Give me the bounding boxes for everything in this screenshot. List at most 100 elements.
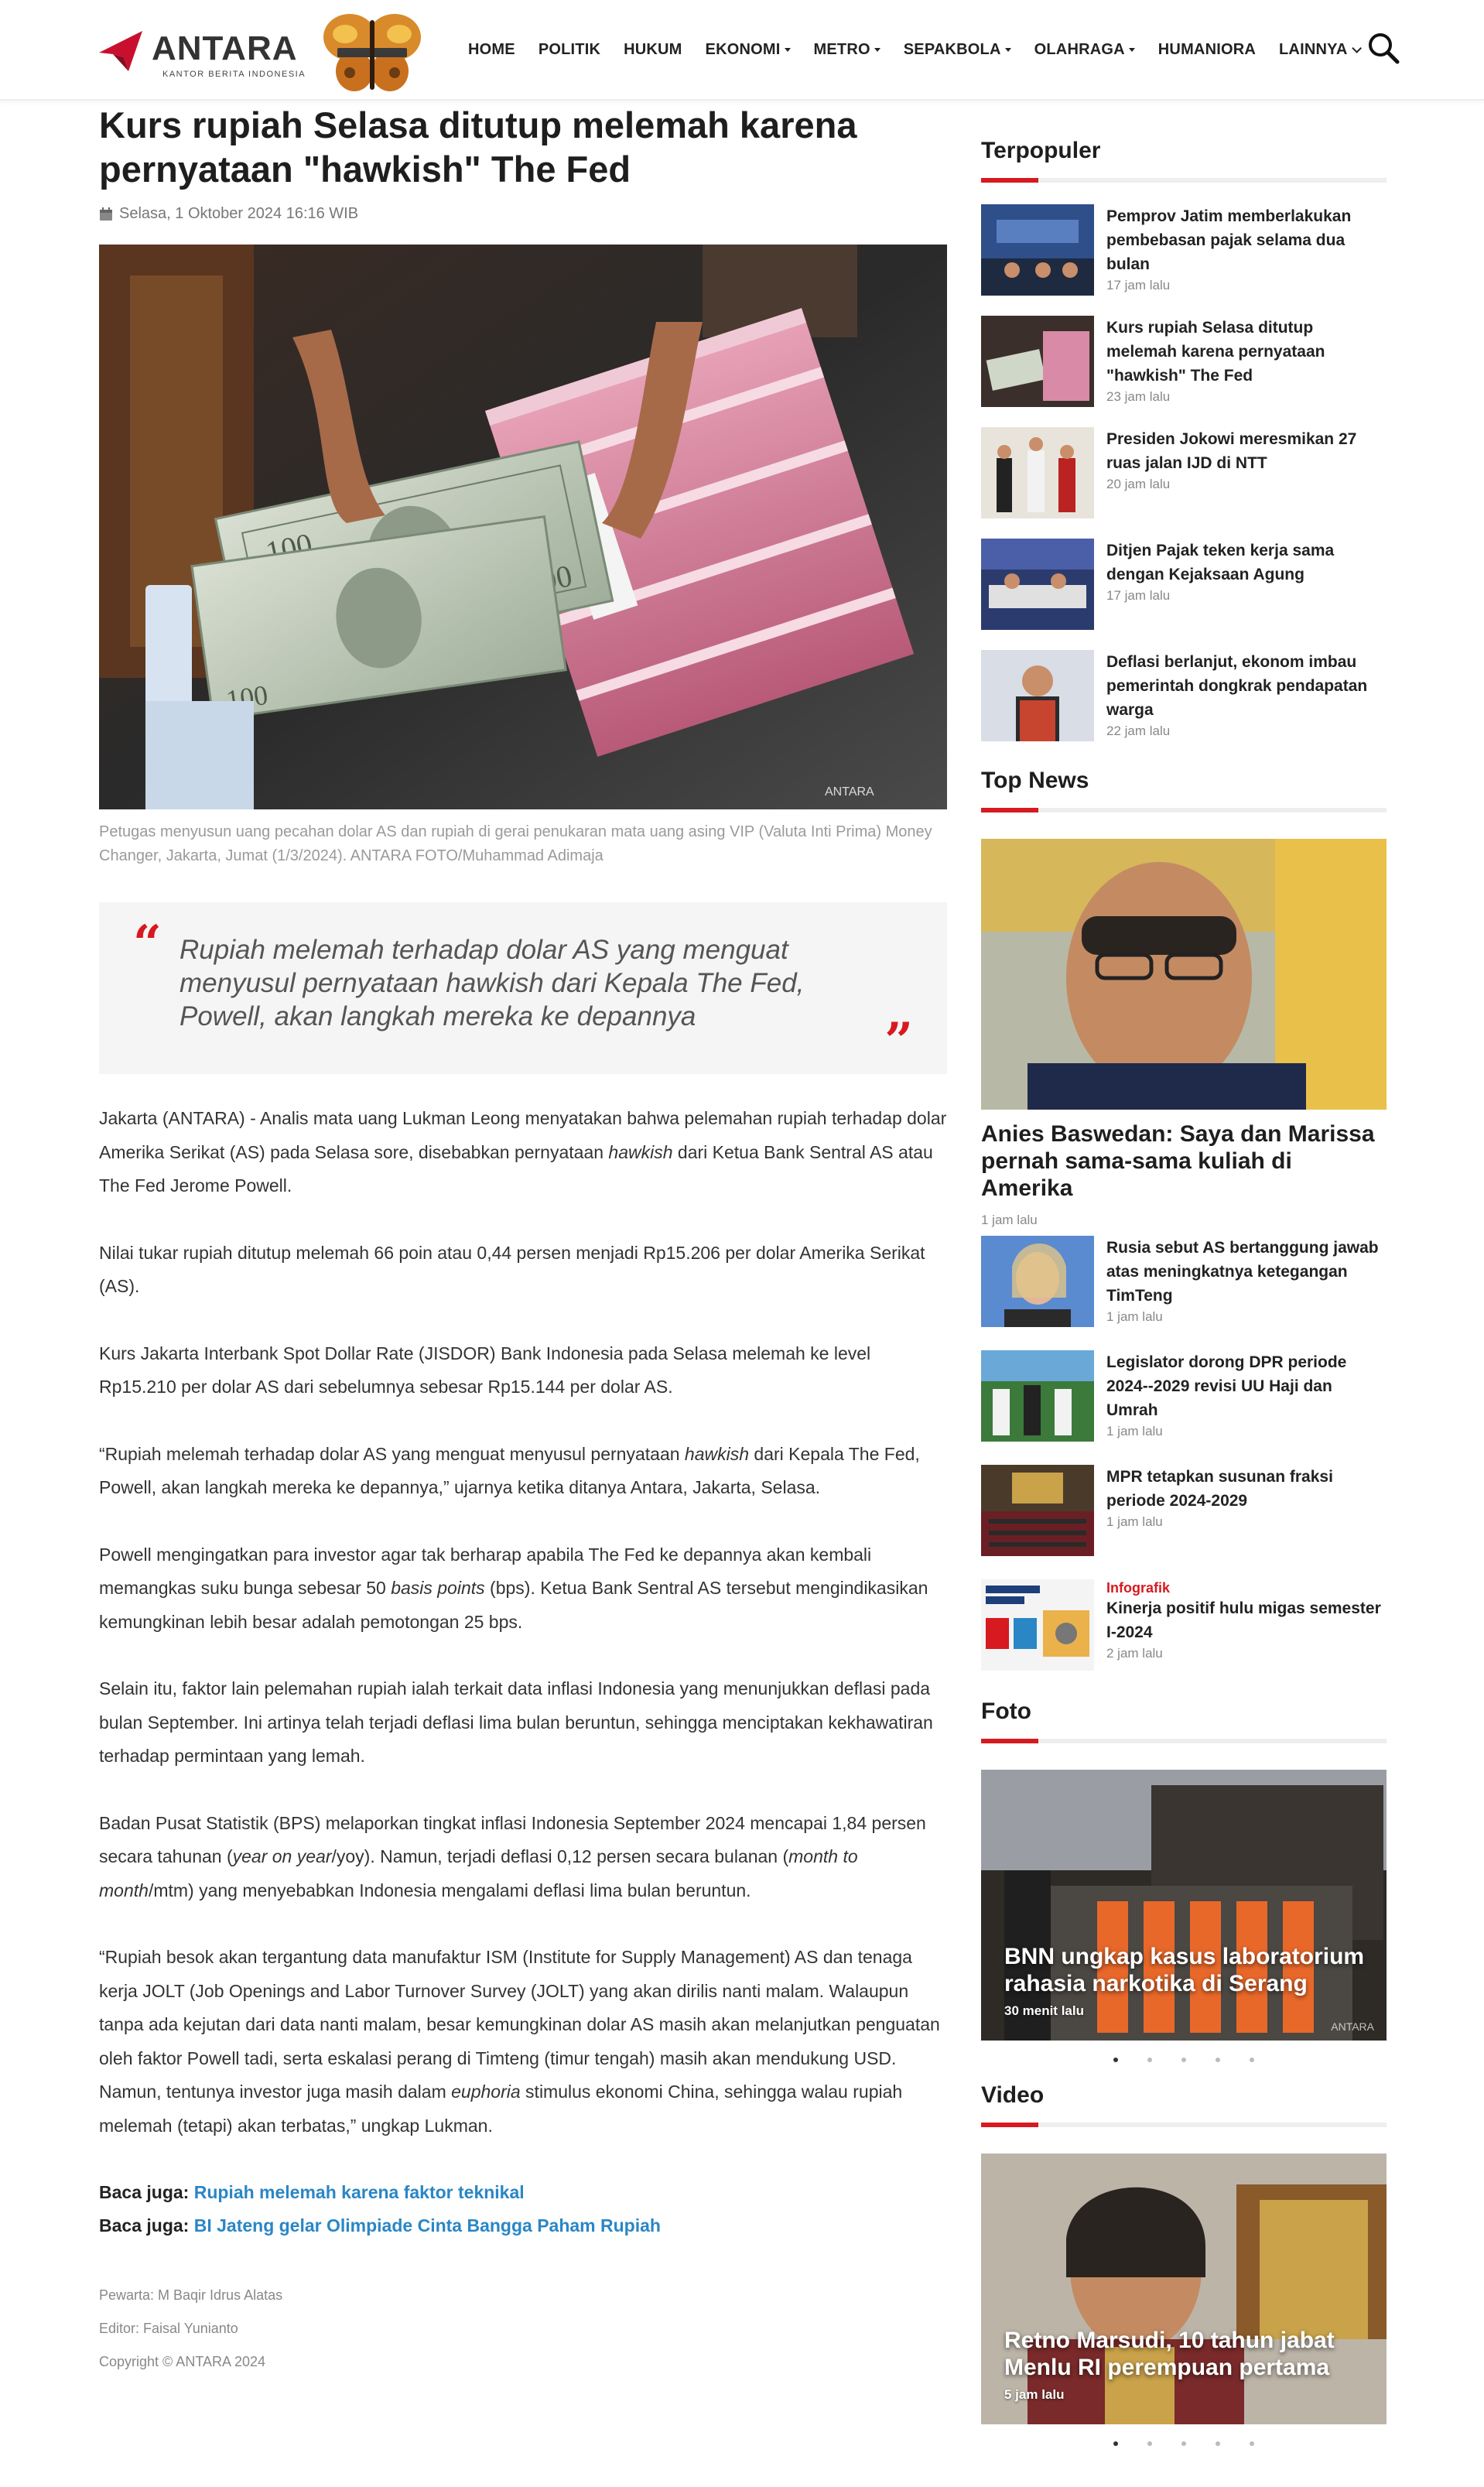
chevron-down-icon: [1352, 43, 1363, 53]
carousel-dot[interactable]: [1147, 2441, 1152, 2446]
item-time: 22 jam lalu: [1106, 724, 1171, 738]
caret-down-icon: [784, 47, 791, 52]
list-item[interactable]: Rusia sebut AS bertanggung jawab atas me…: [981, 1236, 1387, 1350]
carousel-dot[interactable]: [1113, 2441, 1118, 2446]
article-body: Jakarta (ANTARA) - Analis mata uang Lukm…: [99, 1102, 947, 2379]
top-news-image[interactable]: [981, 839, 1387, 1110]
nav-politik[interactable]: POLITIK: [527, 37, 612, 62]
section-divider: [981, 2123, 1387, 2127]
top-news-time: 1 jam lalu: [981, 1213, 1038, 1227]
carousel-dot[interactable]: [1181, 2441, 1186, 2446]
list-item[interactable]: Infografik Kinerja positif hulu migas se…: [981, 1579, 1387, 1694]
item-title: Kurs rupiah Selasa ditutup melemah karen…: [1106, 319, 1325, 385]
list-item[interactable]: Deflasi berlanjut, ekonom imbau pemerint…: [981, 650, 1387, 761]
nav-lainnya[interactable]: LAINNYA: [1267, 37, 1370, 62]
carousel-dot[interactable]: [1216, 2058, 1220, 2062]
item-category[interactable]: Infografik: [1106, 1579, 1385, 1596]
nav-sepakbola[interactable]: SEPAKBOLA: [892, 37, 1023, 62]
carousel-dot[interactable]: [1113, 2058, 1118, 2062]
related-link[interactable]: BI Jateng gelar Olimpiade Cinta Bangga P…: [194, 2215, 661, 2236]
item-title: Deflasi berlanjut, ekonom imbau pemerint…: [1106, 653, 1368, 719]
related-link-row: Baca juga: Rupiah melemah karena faktor …: [99, 2176, 947, 2209]
item-title: Ditjen Pajak teken kerja sama dengan Kej…: [1106, 542, 1335, 583]
carousel-dot[interactable]: [1250, 2058, 1254, 2062]
list-item[interactable]: Legislator dorong DPR periode 2024--2029…: [981, 1350, 1387, 1465]
list-item[interactable]: Ditjen Pajak teken kerja sama dengan Kej…: [981, 539, 1387, 650]
reporter-credit: Pewarta: M Baqir Idrus Alatas: [99, 2287, 283, 2303]
nav-olahraga[interactable]: OLAHRAGA: [1023, 37, 1147, 62]
thumbnail: [981, 316, 1094, 407]
list-item[interactable]: Pemprov Jatim memberlakukan pembebasan p…: [981, 204, 1387, 316]
item-time: 1 jam lalu: [1106, 1309, 1163, 1324]
article-date: Selasa, 1 Oktober 2024 16:16 WIB: [119, 205, 359, 222]
photo-card[interactable]: BNN ungkap kasus laboratorium rahasia na…: [981, 1770, 1387, 2041]
thumbnail: [981, 1350, 1094, 1442]
caret-down-icon: [1128, 47, 1135, 52]
editor-credit: Editor: Faisal Yunianto: [99, 2321, 238, 2336]
article-paragraph: Kurs Jakarta Interbank Spot Dollar Rate …: [99, 1343, 871, 1397]
foto-section: Foto BNN ungkap kasus laboratorium rahas…: [981, 1698, 1387, 2065]
top-news-headline[interactable]: Anies Baswedan: Saya dan Marissa pernah …: [981, 1120, 1387, 1202]
item-title: Legislator dorong DPR periode 2024--2029…: [1106, 1353, 1347, 1419]
image-caption: Petugas menyusun uang pecahan dolar AS d…: [99, 823, 932, 864]
video-carousel-dots: [981, 2441, 1387, 2449]
top-news-section: Top News Anies Baswedan: Saya dan Mariss…: [981, 768, 1387, 1694]
item-time: 2 jam lalu: [1106, 1646, 1163, 1661]
related-link-row: Baca juga: BI Jateng gelar Olimpiade Cin…: [99, 2209, 947, 2242]
video-card[interactable]: Retno Marsudi, 10 tahun jabat Menlu RI p…: [981, 2153, 1387, 2424]
article-paragraph: “Rupiah melemah terhadap dolar AS yang m…: [99, 1443, 920, 1498]
site-logo[interactable]: ANTARA KANTOR BERITA INDONESIA: [97, 14, 422, 96]
article-hero-image: 100 100 100 ANTARA: [99, 245, 947, 809]
article-paragraph: Selain itu, faktor lain pelemahan rupiah…: [99, 1678, 933, 1766]
article-title: Kurs rupiah Selasa ditutup melemah karen…: [99, 104, 857, 190]
section-title: Foto: [981, 1698, 1031, 1724]
carousel-dot[interactable]: [1181, 2058, 1186, 2062]
related-label: Baca juga:: [99, 2215, 190, 2236]
item-title: Rusia sebut AS bertanggung jawab atas me…: [1106, 1239, 1379, 1305]
item-time: 1 jam lalu: [1106, 1514, 1163, 1529]
section-divider: [981, 808, 1387, 812]
item-title: Pemprov Jatim memberlakukan pembebasan p…: [1106, 207, 1352, 273]
quote-close-icon: ”: [884, 1012, 913, 1070]
butterfly-icon: [323, 14, 421, 91]
nav-home[interactable]: HOME: [456, 37, 527, 62]
thumbnail: [981, 204, 1094, 296]
nav-ekonomi[interactable]: EKONOMI: [694, 37, 802, 62]
video-section: Video Retno Marsudi, 10 tahun jabat Menl…: [981, 2082, 1387, 2449]
photo-carousel-dots: [981, 2058, 1387, 2065]
article-paragraph: Nilai tukar rupiah ditutup melemah 66 po…: [99, 1242, 925, 1297]
item-time: 17 jam lalu: [1106, 278, 1171, 292]
sidebar: Terpopuler Pemprov Jatim memberlakukan p…: [981, 101, 1387, 2449]
related-label: Baca juga:: [99, 2182, 190, 2202]
article-paragraph: Jakarta (ANTARA) - Analis mata uang Lukm…: [99, 1108, 947, 1196]
list-item[interactable]: MPR tetapkan susunan fraksi periode 2024…: [981, 1465, 1387, 1579]
carousel-dot[interactable]: [1216, 2441, 1220, 2446]
caret-down-icon: [1004, 47, 1011, 52]
photo-watermark: ANTARA: [1331, 2020, 1374, 2033]
item-title: Kinerja positif hulu migas semester I-20…: [1106, 1599, 1381, 1641]
nav-metro[interactable]: METRO: [802, 37, 892, 62]
thumbnail: [981, 1579, 1094, 1671]
article: Kurs rupiah Selasa ditutup melemah karen…: [99, 101, 947, 2379]
photo-card-time: 30 menit lalu: [1004, 2003, 1084, 2018]
related-link[interactable]: Rupiah melemah karena faktor teknikal: [194, 2182, 525, 2202]
quote-text: Rupiah melemah terhadap dolar AS yang me…: [180, 935, 805, 1031]
terpopuler-section: Terpopuler Pemprov Jatim memberlakukan p…: [981, 138, 1387, 761]
section-title: Terpopuler: [981, 138, 1101, 163]
video-card-title: Retno Marsudi, 10 tahun jabat Menlu RI p…: [1004, 2328, 1335, 2380]
carousel-dot[interactable]: [1250, 2441, 1254, 2446]
article-paragraph: Badan Pusat Statistik (BPS) melaporkan t…: [99, 1812, 926, 1900]
pull-quote: “ Rupiah melemah terhadap dolar AS yang …: [99, 902, 947, 1074]
list-item[interactable]: Presiden Jokowi meresmikan 27 ruas jalan…: [981, 427, 1387, 539]
item-title: MPR tetapkan susunan fraksi periode 2024…: [1106, 1468, 1333, 1510]
list-item[interactable]: Kurs rupiah Selasa ditutup melemah karen…: [981, 316, 1387, 427]
nav-hukum[interactable]: HUKUM: [612, 37, 693, 62]
calendar-icon: [100, 207, 112, 221]
search-icon[interactable]: [1366, 31, 1400, 65]
quote-open-icon: “: [133, 915, 162, 973]
main-nav: HOME POLITIK HUKUM EKONOMI METRO SEPAKBO…: [456, 37, 1370, 62]
photo-card-caption: BNN ungkap kasus laboratorium rahasia na…: [1004, 1943, 1368, 2019]
nav-humaniora[interactable]: HUMANIORA: [1147, 37, 1267, 62]
section-divider: [981, 178, 1387, 183]
carousel-dot[interactable]: [1147, 2058, 1152, 2062]
